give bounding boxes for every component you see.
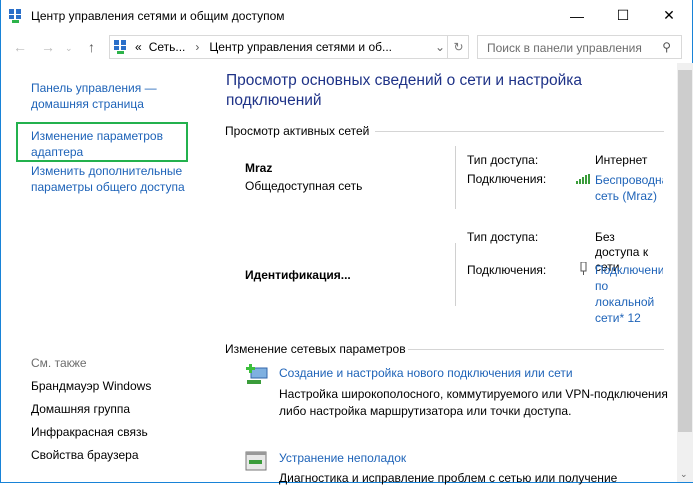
window: Центр управления сетями и общим доступом… [0, 0, 693, 485]
network-name: Mraz [245, 161, 273, 175]
see-also-homegroup[interactable]: Домашняя группа [31, 402, 130, 416]
divider [455, 146, 456, 209]
scroll-down-arrow[interactable]: ⌄ [680, 469, 688, 480]
network-center-icon [9, 9, 21, 23]
network-type[interactable]: Общедоступная сеть [245, 179, 362, 193]
troubleshoot-link[interactable]: Устранение неполадок [279, 451, 406, 465]
connections-label: Подключения: [467, 172, 547, 186]
see-also-firewall[interactable]: Брандмауэр Windows [31, 379, 151, 393]
breadcrumb-prefix: « [135, 40, 142, 54]
wifi-signal-icon [576, 174, 590, 184]
network-name: Идентификация... [245, 268, 351, 282]
navigation-bar: ← → ⌄ ↑ « Сеть... › Центр управления сет… [1, 35, 692, 61]
search-icon: ⚲ [662, 40, 671, 54]
title-bar: Центр управления сетями и общим доступом… [1, 0, 692, 31]
see-also-browser-properties[interactable]: Свойства браузера [31, 448, 139, 462]
maximize-button[interactable]: ☐ [600, 0, 646, 31]
breadcrumb-network[interactable]: Сеть... [149, 40, 186, 54]
divider [408, 349, 664, 350]
search-placeholder: Поиск в панели управления [487, 41, 642, 55]
new-connection-icon [246, 364, 268, 384]
wireless-connection-link[interactable]: Беспроводная сеть (Mraz) [595, 172, 663, 204]
access-type-label: Тип доступа: [467, 230, 539, 244]
search-input[interactable]: Поиск в панели управления ⚲ [477, 35, 682, 59]
access-type-label: Тип доступа: [467, 153, 539, 167]
connections-label: Подключения: [467, 263, 547, 277]
section-active-networks: Просмотр активных сетей [225, 124, 370, 138]
section-change-settings: Изменение сетевых параметров [225, 342, 406, 356]
back-button[interactable]: ← [13, 39, 27, 55]
vertical-scrollbar[interactable]: ⌄ [677, 63, 693, 482]
new-connection-link[interactable]: Создание и настройка нового подключения … [279, 366, 573, 380]
scrollbar-thumb[interactable] [678, 70, 692, 432]
up-button[interactable]: ↑ [88, 39, 95, 55]
recent-dropdown[interactable]: ⌄ [65, 43, 73, 54]
close-button[interactable]: ✕ [646, 0, 692, 31]
breadcrumb-separator[interactable]: › [195, 40, 199, 54]
breadcrumb-current[interactable]: Центр управления сетями и об... [209, 40, 392, 54]
network-center-icon [114, 40, 126, 54]
local-connection-link[interactable]: Подключение по локальной сети* 12 [595, 262, 663, 326]
divider [455, 243, 456, 306]
window-title: Центр управления сетями и общим доступом [31, 9, 285, 23]
address-bar[interactable]: « Сеть... › Центр управления сетями и об… [109, 35, 469, 59]
see-also-infrared[interactable]: Инфракрасная связь [31, 425, 148, 439]
troubleshoot-icon [245, 451, 267, 471]
minimize-button[interactable]: — [554, 0, 600, 31]
divider [375, 131, 664, 132]
ethernet-icon [580, 262, 587, 275]
access-type-value: Интернет [595, 153, 648, 167]
new-connection-description: Настройка широкополосного, коммутируемог… [279, 387, 668, 418]
see-also-heading: См. также [31, 356, 87, 370]
sidebar-item-home[interactable]: Панель управления — домашняя страница [31, 80, 181, 112]
sidebar-item-sharing-settings[interactable]: Изменить дополнительные параметры общего… [31, 163, 206, 195]
refresh-button[interactable]: ↻ [447, 36, 469, 58]
forward-button[interactable]: → [41, 39, 55, 55]
highlight-box [16, 122, 188, 162]
page-title: Просмотр основных сведений о сети и наст… [226, 72, 583, 109]
chevron-down-icon[interactable]: ⌄ [435, 40, 445, 54]
